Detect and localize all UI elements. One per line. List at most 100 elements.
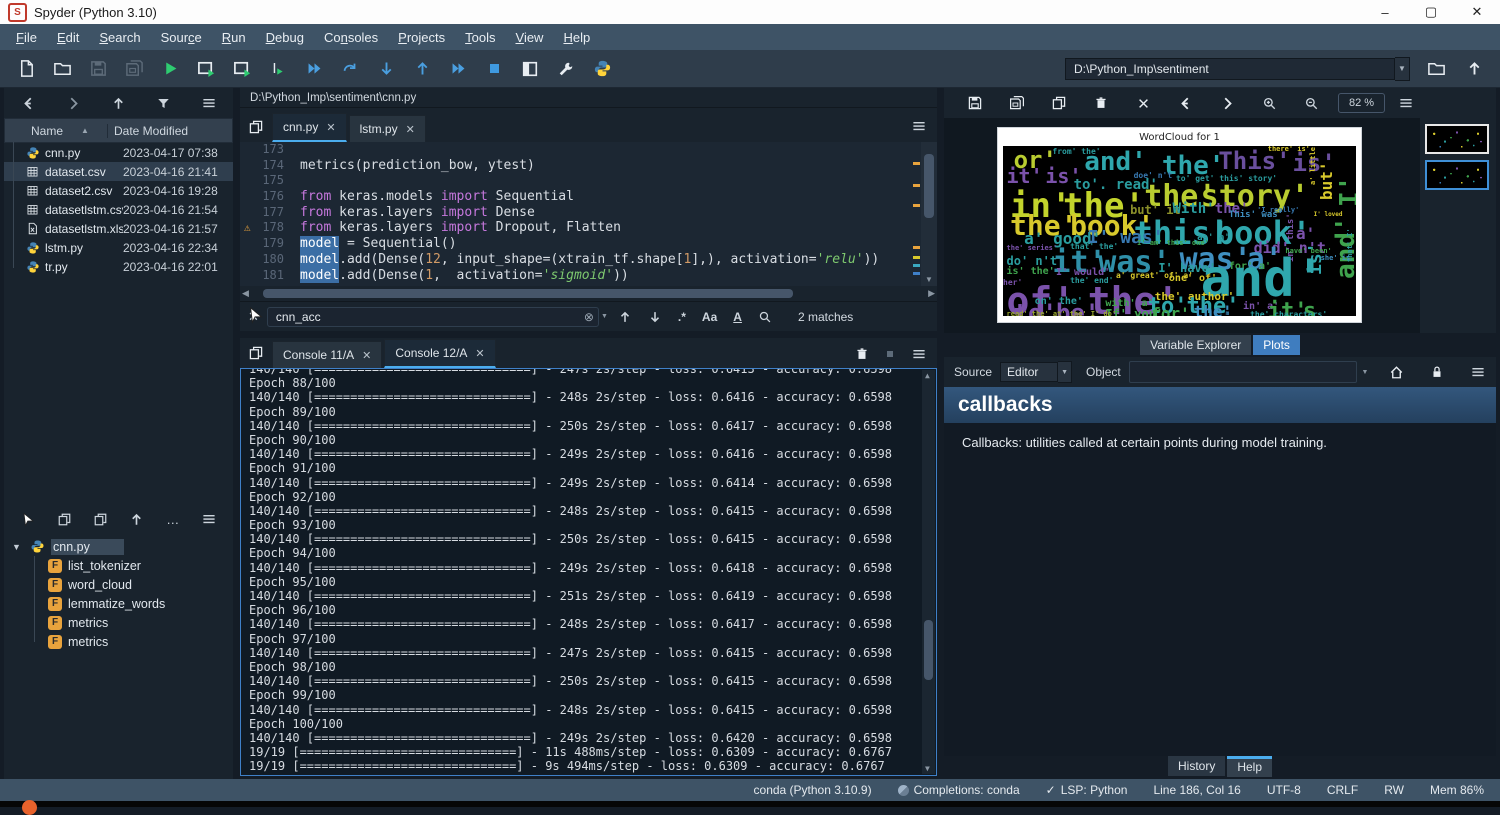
parent-directory-icon[interactable] [1462, 57, 1486, 81]
working-directory-combobox[interactable]: D:\Python_Imp\sentiment [1065, 58, 1395, 80]
console-scrollbar[interactable]: ▲ ▼ [922, 370, 935, 774]
editor-tab-cnn-py[interactable]: cnn.py✕ [272, 113, 347, 142]
outline-expand-all-icon[interactable] [88, 507, 112, 531]
taskbar-app-icon[interactable] [22, 800, 37, 815]
menu-source[interactable]: Source [151, 27, 212, 48]
find-clear-icon[interactable]: ⊗ [584, 310, 594, 324]
code-editor[interactable]: 173174metrics(prediction_bow, ytest)1751… [240, 142, 937, 286]
console-tab[interactable]: Console 12/A✕ [384, 339, 495, 368]
debug-file-icon[interactable] [302, 57, 326, 81]
browse-tabs-icon[interactable] [248, 119, 264, 135]
tab-close-icon[interactable]: ✕ [475, 347, 484, 360]
restore-button[interactable]: ▢ [1408, 0, 1454, 24]
plot-zoom-out-icon[interactable] [1299, 91, 1323, 115]
menu-view[interactable]: View [506, 27, 554, 48]
hscroll-left-icon[interactable]: ◀ [240, 288, 251, 299]
plots-options-icon[interactable] [1394, 91, 1418, 115]
files-options-icon[interactable] [197, 91, 221, 115]
plot-remove-all-icon[interactable] [1131, 91, 1155, 115]
tab-close-icon[interactable]: ✕ [362, 349, 371, 362]
files-parent-icon[interactable] [107, 91, 131, 115]
editor-vertical-scrollbar[interactable]: ▼ [921, 142, 937, 286]
console-browse-tabs-icon[interactable] [248, 345, 264, 361]
preferences-wrench-icon[interactable] [554, 57, 578, 81]
find-history-caret-icon[interactable]: ▼ [599, 307, 610, 327]
menu-search[interactable]: Search [89, 27, 150, 48]
help-lock-icon[interactable] [1430, 365, 1444, 379]
find-input[interactable]: cnn_acc ⊗ [267, 307, 599, 327]
outline-goto-cursor-icon[interactable] [16, 507, 40, 531]
close-button[interactable]: ✕ [1454, 0, 1500, 24]
browse-directory-icon[interactable] [1424, 57, 1448, 81]
file-row[interactable]: datasetlstm.csv2023-04-16 21:54 [4, 200, 233, 219]
plot-thumbnail-2[interactable] [1425, 160, 1489, 190]
find-close-icon[interactable]: ✕ [248, 309, 259, 325]
help-source-select[interactable]: Editor [1000, 362, 1058, 382]
plot-remove-icon[interactable] [1089, 91, 1113, 115]
menu-file[interactable]: File [6, 27, 47, 48]
console-options-icon[interactable] [911, 346, 927, 362]
plot-copy-icon[interactable] [1047, 91, 1071, 115]
files-filter-icon[interactable] [152, 91, 176, 115]
run-current-line-icon[interactable] [338, 57, 362, 81]
run-cell-icon[interactable] [194, 57, 218, 81]
run-selection-icon[interactable]: I [266, 57, 290, 81]
maximize-pane-icon[interactable] [518, 57, 542, 81]
outline-root-item[interactable]: ▼cnn.py [4, 537, 233, 556]
console-output[interactable]: 140/140 [==============================]… [240, 368, 937, 776]
continue-icon[interactable] [446, 57, 470, 81]
pane-tab-help[interactable]: Help [1227, 756, 1272, 777]
plot-next-icon[interactable] [1215, 91, 1239, 115]
files-col-date[interactable]: Date Modified [107, 124, 232, 138]
editor-tab-lstm-py[interactable]: lstm.py✕ [349, 115, 426, 142]
plot-zoom-in-icon[interactable] [1257, 91, 1281, 115]
hscroll-right-icon[interactable]: ▶ [926, 288, 937, 299]
outline-item[interactable]: Flist_tokenizer [4, 556, 233, 575]
find-whole-word-icon[interactable]: A [733, 310, 742, 324]
status-conda[interactable]: conda (Python 3.10.9) [754, 783, 872, 797]
save-icon[interactable] [86, 57, 110, 81]
find-regex-icon[interactable]: .* [678, 310, 686, 324]
outline-item[interactable]: Fmetrics [4, 613, 233, 632]
file-row[interactable]: tr.py2023-04-16 22:01 [4, 257, 233, 276]
outline-options-icon[interactable] [197, 507, 221, 531]
chevron-down-icon[interactable]: ▼ [12, 542, 24, 552]
console-interrupt-icon[interactable] [885, 349, 895, 359]
outline-follow-cursor-icon[interactable] [125, 507, 149, 531]
help-source-caret-icon[interactable]: ▼ [1058, 361, 1072, 383]
run-file-icon[interactable] [158, 57, 182, 81]
plot-save-all-icon[interactable] [1005, 91, 1029, 115]
help-object-caret-icon[interactable]: ▼ [1359, 369, 1371, 376]
status-lsp[interactable]: ✓LSP: Python [1046, 783, 1128, 797]
menu-edit[interactable]: Edit [47, 27, 89, 48]
step-return-icon[interactable] [410, 57, 434, 81]
pane-tab-plots[interactable]: Plots [1253, 335, 1300, 355]
new-file-icon[interactable] [14, 57, 38, 81]
plot-thumbnail-1[interactable] [1425, 124, 1489, 154]
help-options-icon[interactable] [1470, 364, 1486, 380]
tab-close-icon[interactable]: ✕ [406, 123, 415, 136]
outline-item[interactable]: Fmetrics [4, 632, 233, 651]
step-into-icon[interactable] [374, 57, 398, 81]
file-row[interactable]: dataset2.csv2023-04-16 19:28 [4, 181, 233, 200]
working-directory-caret-icon[interactable]: ▼ [1395, 57, 1410, 81]
find-next-icon[interactable] [648, 310, 662, 324]
pane-tab-variable-explorer[interactable]: Variable Explorer [1140, 335, 1251, 355]
plot-previous-icon[interactable] [1173, 91, 1197, 115]
menu-run[interactable]: Run [212, 27, 256, 48]
editor-options-icon[interactable] [911, 118, 927, 134]
outline-item[interactable]: Fword_cloud [4, 575, 233, 594]
menu-help[interactable]: Help [553, 27, 600, 48]
status-completions[interactable]: Completions: conda [898, 783, 1020, 797]
console-tab[interactable]: Console 11/A✕ [272, 341, 382, 368]
save-all-icon[interactable] [122, 57, 146, 81]
plot-save-icon[interactable] [963, 91, 987, 115]
file-row[interactable]: datasetlstm.xlsx2023-04-16 21:57 [4, 219, 233, 238]
files-col-name[interactable]: Name [31, 124, 63, 138]
outline-more-icon[interactable]: … [161, 507, 185, 531]
editor-horizontal-scrollbar[interactable]: ◀ ▶ [240, 286, 937, 301]
stop-debug-icon[interactable] [482, 57, 506, 81]
menu-projects[interactable]: Projects [388, 27, 455, 48]
outline-item[interactable]: Flemmatize_words [4, 594, 233, 613]
file-row[interactable]: lstm.py2023-04-16 22:34 [4, 238, 233, 257]
